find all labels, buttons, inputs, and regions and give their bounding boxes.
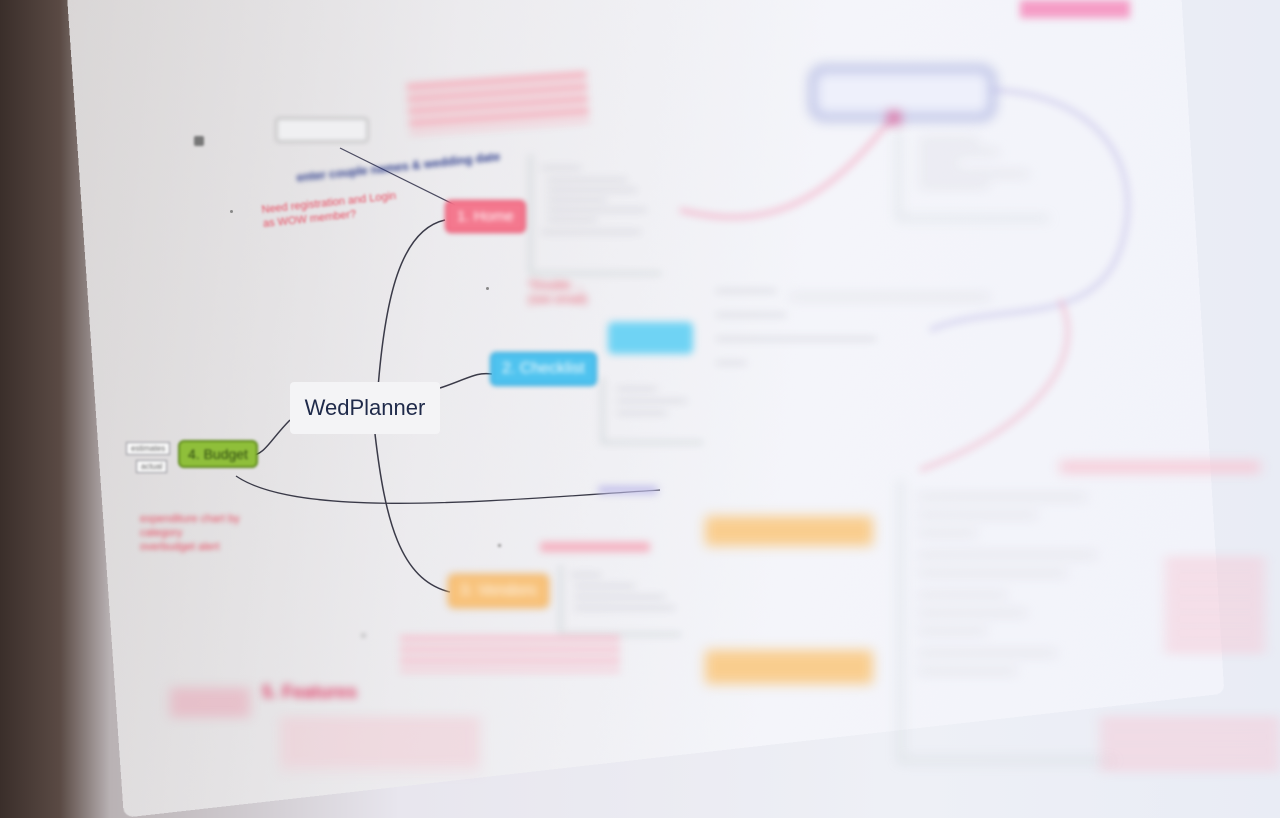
budget-note-line2: category — [140, 527, 183, 539]
right-pink-header — [1060, 462, 1260, 472]
vendor-subnode-1[interactable] — [705, 516, 873, 546]
right-pink-notes — [1165, 560, 1265, 650]
profile-detail-list — [898, 130, 1049, 219]
budget-link-label — [598, 486, 658, 494]
dot-marker — [230, 210, 233, 213]
budget-estimates-tag: estimates — [126, 442, 171, 455]
checklist-sublist — [602, 378, 703, 443]
vendor-subnode-2[interactable] — [705, 650, 873, 684]
node-vendors[interactable]: 3. Vendors — [448, 574, 549, 608]
pink-header-right — [1020, 0, 1130, 18]
bottom-pink-notes — [170, 690, 250, 720]
node-budget[interactable]: 4. Budget — [178, 440, 258, 468]
dot-marker — [362, 634, 365, 637]
right-pink-notes-bottom — [1100, 720, 1280, 770]
home-detail-list — [530, 155, 661, 274]
vendor-detail-list — [560, 566, 681, 635]
budget-note-line3: overbudget alert — [140, 541, 220, 553]
dot-marker — [486, 287, 489, 290]
budget-actual-tag: actual — [136, 460, 168, 473]
dot-marker — [498, 544, 501, 547]
node-checklist[interactable]: 2. Checklist — [490, 352, 597, 386]
budget-note-line1: expenditure chart by — [140, 513, 240, 525]
double-note-line2: (see email) — [528, 292, 588, 306]
right-detail-panel — [900, 480, 1116, 761]
double-note-line1: *Double ... — [528, 278, 585, 292]
budget-note: expenditure chart by category overbudget… — [140, 512, 240, 554]
map-icon — [194, 136, 204, 146]
node-home[interactable]: 1. Home — [445, 200, 526, 233]
profile-connector-dot — [888, 112, 900, 124]
central-node[interactable]: WedPlanner — [290, 382, 440, 434]
vendor-pink-notes — [400, 636, 620, 672]
checklist-line-long — [790, 296, 990, 298]
bottom-pink-notes-2 — [280, 720, 480, 770]
checklist-detail-lines — [716, 290, 876, 364]
double-note: *Double ... (see email) — [528, 278, 587, 306]
couple-box — [276, 118, 368, 142]
profile-node[interactable] — [810, 66, 995, 120]
features-label: 5. Features — [262, 682, 358, 702]
vendor-pink-label — [540, 542, 650, 552]
checklist-subnode[interactable] — [608, 322, 693, 354]
